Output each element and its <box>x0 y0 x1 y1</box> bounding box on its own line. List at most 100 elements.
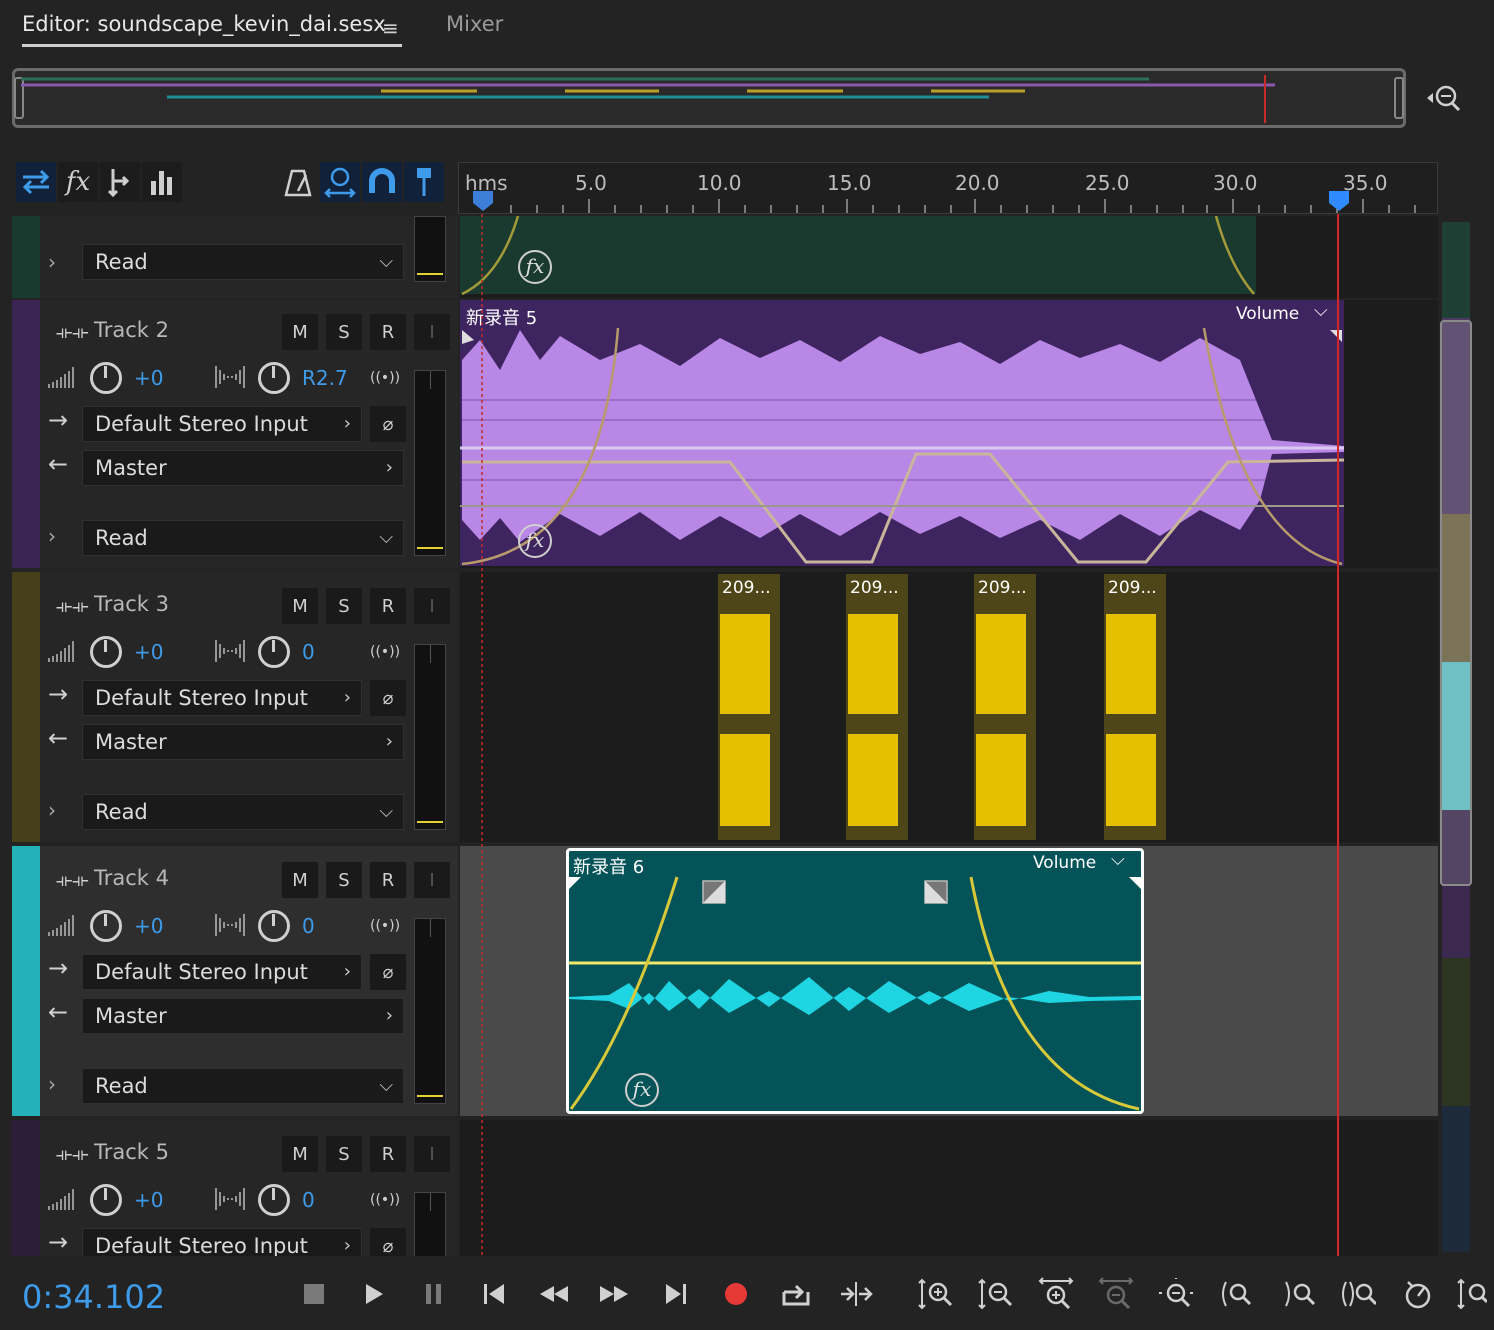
mute-button[interactable]: M <box>282 1136 318 1172</box>
automation-mode-select[interactable]: Read ⌵ <box>82 794 404 830</box>
phase-invert-button[interactable]: ⌀ <box>370 680 406 716</box>
go-to-start-button[interactable] <box>476 1276 512 1312</box>
volume-knob[interactable] <box>90 1184 122 1216</box>
input-select[interactable]: Default Stereo Input › <box>82 406 362 442</box>
phase-invert-button[interactable]: ⌀ <box>370 1228 406 1256</box>
skip-selection-button[interactable] <box>838 1276 874 1312</box>
time-ruler[interactable]: hms 5.0 10.0 15.0 20.0 25.0 30.0 35.0 <box>458 162 1438 214</box>
zoom-out-amplitude-button[interactable] <box>978 1276 1014 1312</box>
pan-value[interactable]: 0 <box>302 914 315 938</box>
pan-value[interactable]: R2.7 <box>302 366 348 390</box>
volume-knob[interactable] <box>90 910 122 942</box>
tab-mixer[interactable]: Mixer <box>446 12 503 36</box>
track-overview-scrollbar[interactable] <box>1440 222 1472 1252</box>
marker-tool[interactable] <box>404 162 444 202</box>
inputs-outputs-button[interactable] <box>16 162 56 202</box>
solo-button[interactable]: S <box>326 588 362 624</box>
automation-mode-select[interactable]: Read ⌵ <box>82 520 404 556</box>
track-name[interactable]: Track 3 <box>94 592 169 616</box>
solo-button[interactable]: S <box>326 314 362 350</box>
track-name[interactable]: Track 5 <box>94 1140 169 1164</box>
input-select[interactable]: Default Stereo Input › <box>82 680 362 716</box>
eq-button[interactable] <box>142 162 182 202</box>
zoom-to-selection-icon[interactable] <box>1424 78 1464 118</box>
loop-playback-button[interactable] <box>778 1276 814 1312</box>
scroll-sync-button[interactable] <box>1400 1276 1436 1312</box>
pause-button[interactable] <box>416 1276 452 1312</box>
mute-button[interactable]: M <box>282 862 318 898</box>
expand-chevron-icon[interactable]: › <box>48 798 56 822</box>
input-arrow-icon: → <box>48 1228 69 1256</box>
record-button[interactable] <box>718 1276 754 1312</box>
metronome-button[interactable] <box>278 162 318 202</box>
play-button[interactable] <box>356 1276 392 1312</box>
zoom-out-time-button[interactable] <box>1098 1276 1134 1312</box>
panel-menu-icon[interactable]: ≡ <box>382 16 399 40</box>
automation-mode-select[interactable]: Read ⌵ <box>82 244 404 280</box>
tab-editor[interactable]: Editor: soundscape_kevin_dai.sesx <box>22 12 386 36</box>
pan-knob[interactable] <box>258 1184 290 1216</box>
solo-button[interactable]: S <box>326 1136 362 1172</box>
chevron-right-icon: › <box>343 687 351 708</box>
zoom-tracks-button[interactable] <box>1456 1276 1488 1312</box>
time-selection-tool[interactable] <box>320 162 360 202</box>
pan-knob[interactable] <box>258 910 290 942</box>
input-select[interactable]: Default Stereo Input › <box>82 1228 362 1256</box>
output-select[interactable]: Master › <box>82 998 404 1034</box>
phase-invert-button[interactable]: ⌀ <box>370 406 406 442</box>
zoom-to-out-point-button[interactable] <box>1282 1276 1318 1312</box>
zoom-in-amplitude-button[interactable] <box>918 1276 954 1312</box>
input-select[interactable]: Default Stereo Input › <box>82 954 362 990</box>
sends-icon <box>107 169 130 197</box>
record-arm-button[interactable]: R <box>370 862 406 898</box>
volume-value[interactable]: +0 <box>134 640 163 664</box>
snapping-toggle[interactable] <box>362 162 402 202</box>
pan-knob[interactable] <box>258 362 290 394</box>
pan-icon <box>215 640 245 662</box>
track-name[interactable]: Track 4 <box>94 866 169 890</box>
time-display[interactable]: 0:34.102 <box>22 1278 165 1316</box>
playhead-marker <box>1329 191 1349 211</box>
zoom-to-selection-button[interactable] <box>1340 1276 1376 1312</box>
automation-mode-select[interactable]: Read ⌵ <box>82 1068 404 1104</box>
volume-knob[interactable] <box>90 362 122 394</box>
scroll-thumb[interactable] <box>1440 320 1472 886</box>
sends-button[interactable] <box>100 162 140 202</box>
track-name[interactable]: Track 2 <box>94 318 169 342</box>
mute-button[interactable]: M <box>282 588 318 624</box>
chevron-right-icon: › <box>343 961 351 982</box>
input-monitor-button[interactable]: I <box>414 314 450 350</box>
expand-chevron-icon[interactable]: › <box>48 250 56 274</box>
rewind-button[interactable] <box>536 1276 572 1312</box>
solo-button[interactable]: S <box>326 862 362 898</box>
pan-value[interactable]: 0 <box>302 640 315 664</box>
input-monitor-button[interactable]: I <box>414 588 450 624</box>
mute-button[interactable]: M <box>282 314 318 350</box>
record-arm-button[interactable]: R <box>370 314 406 350</box>
input-monitor-button[interactable]: I <box>414 862 450 898</box>
effects-button[interactable]: fx <box>58 162 98 202</box>
input-monitor-button[interactable]: I <box>414 1136 450 1172</box>
zoom-to-in-point-button[interactable] <box>1218 1276 1254 1312</box>
zoom-out-full-button[interactable] <box>1158 1276 1194 1312</box>
volume-knob[interactable] <box>90 636 122 668</box>
record-arm-button[interactable]: R <box>370 588 406 624</box>
session-overview[interactable] <box>12 68 1406 128</box>
pan-knob[interactable] <box>258 636 290 668</box>
input-label: Default Stereo Input <box>95 960 308 984</box>
volume-value[interactable]: +0 <box>134 1188 163 1212</box>
go-to-end-button[interactable] <box>658 1276 694 1312</box>
output-select[interactable]: Master › <box>82 450 404 486</box>
stop-button[interactable] <box>296 1276 332 1312</box>
overview-clips <box>21 75 1275 123</box>
expand-chevron-icon[interactable]: › <box>48 1072 56 1096</box>
phase-invert-button[interactable]: ⌀ <box>370 954 406 990</box>
fast-forward-button[interactable] <box>596 1276 632 1312</box>
expand-chevron-icon[interactable]: › <box>48 524 56 548</box>
zoom-in-time-button[interactable] <box>1038 1276 1074 1312</box>
pan-value[interactable]: 0 <box>302 1188 315 1212</box>
volume-value[interactable]: +0 <box>134 914 163 938</box>
output-select[interactable]: Master › <box>82 724 404 760</box>
record-arm-button[interactable]: R <box>370 1136 406 1172</box>
volume-value[interactable]: +0 <box>134 366 163 390</box>
